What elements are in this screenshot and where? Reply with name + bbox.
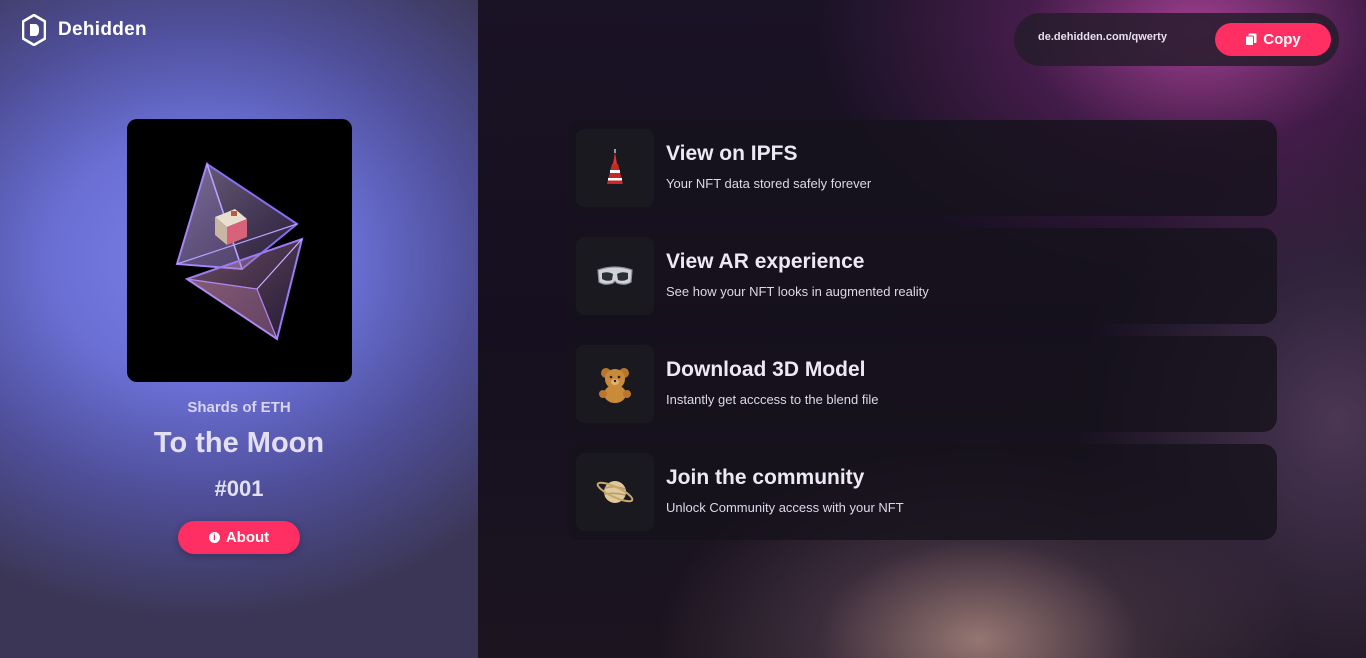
planet-icon <box>596 481 634 503</box>
action-card-ar[interactable]: View AR experience See how your NFT look… <box>567 228 1277 324</box>
teddy-bear-icon <box>599 368 631 403</box>
actions-panel <box>478 0 1366 658</box>
action-subtitle: Unlock Community access with your NFT <box>666 500 904 515</box>
info-icon: i <box>208 532 220 543</box>
action-title: Download 3D Model <box>666 358 866 381</box>
copy-button-label: Copy <box>1263 31 1301 48</box>
dehidden-logo-icon <box>22 14 46 46</box>
action-icon-box <box>576 453 654 531</box>
about-button-label: About <box>225 529 270 546</box>
about-button[interactable]: i About <box>178 521 300 554</box>
nft-number: #001 <box>214 476 264 501</box>
action-subtitle: Your NFT data stored safely forever <box>666 176 872 191</box>
brand-name: Dehidden <box>58 19 147 40</box>
eth-crystal-artwork <box>175 161 304 341</box>
collection-name: Shards of ETH <box>187 399 291 416</box>
action-subtitle: Instantly get acccess to the blend file <box>666 392 879 407</box>
nft-title: To the Moon <box>153 427 325 459</box>
action-title: Join the community <box>666 466 865 489</box>
copy-button[interactable]: Copy <box>1215 23 1331 56</box>
action-card-ipfs[interactable]: View on IPFS Your NFT data stored safely… <box>567 120 1277 216</box>
action-subtitle: See how your NFT looks in augmented real… <box>666 284 929 299</box>
brand[interactable]: Dehidden <box>22 14 147 46</box>
ar-goggles-icon <box>597 266 633 285</box>
share-link-bar: de.dehidden.com/qwerty Copy <box>1014 13 1339 66</box>
share-link-text[interactable]: de.dehidden.com/qwerty <box>1038 31 1167 43</box>
action-title: View on IPFS <box>666 142 798 165</box>
action-icon-box <box>576 345 654 423</box>
nft-panel: Dehidden Shards of ETH To the Moon #001 … <box>0 0 478 658</box>
action-card-3d-model[interactable]: Download 3D Model Instantly get acccess … <box>567 336 1277 432</box>
tower-icon <box>607 149 623 184</box>
copy-icon <box>1245 33 1257 46</box>
action-icon-box <box>576 237 654 315</box>
action-card-community[interactable]: Join the community Unlock Community acce… <box>567 444 1277 540</box>
action-icon-box <box>576 129 654 207</box>
action-title: View AR experience <box>666 250 865 273</box>
nft-image <box>127 119 352 382</box>
